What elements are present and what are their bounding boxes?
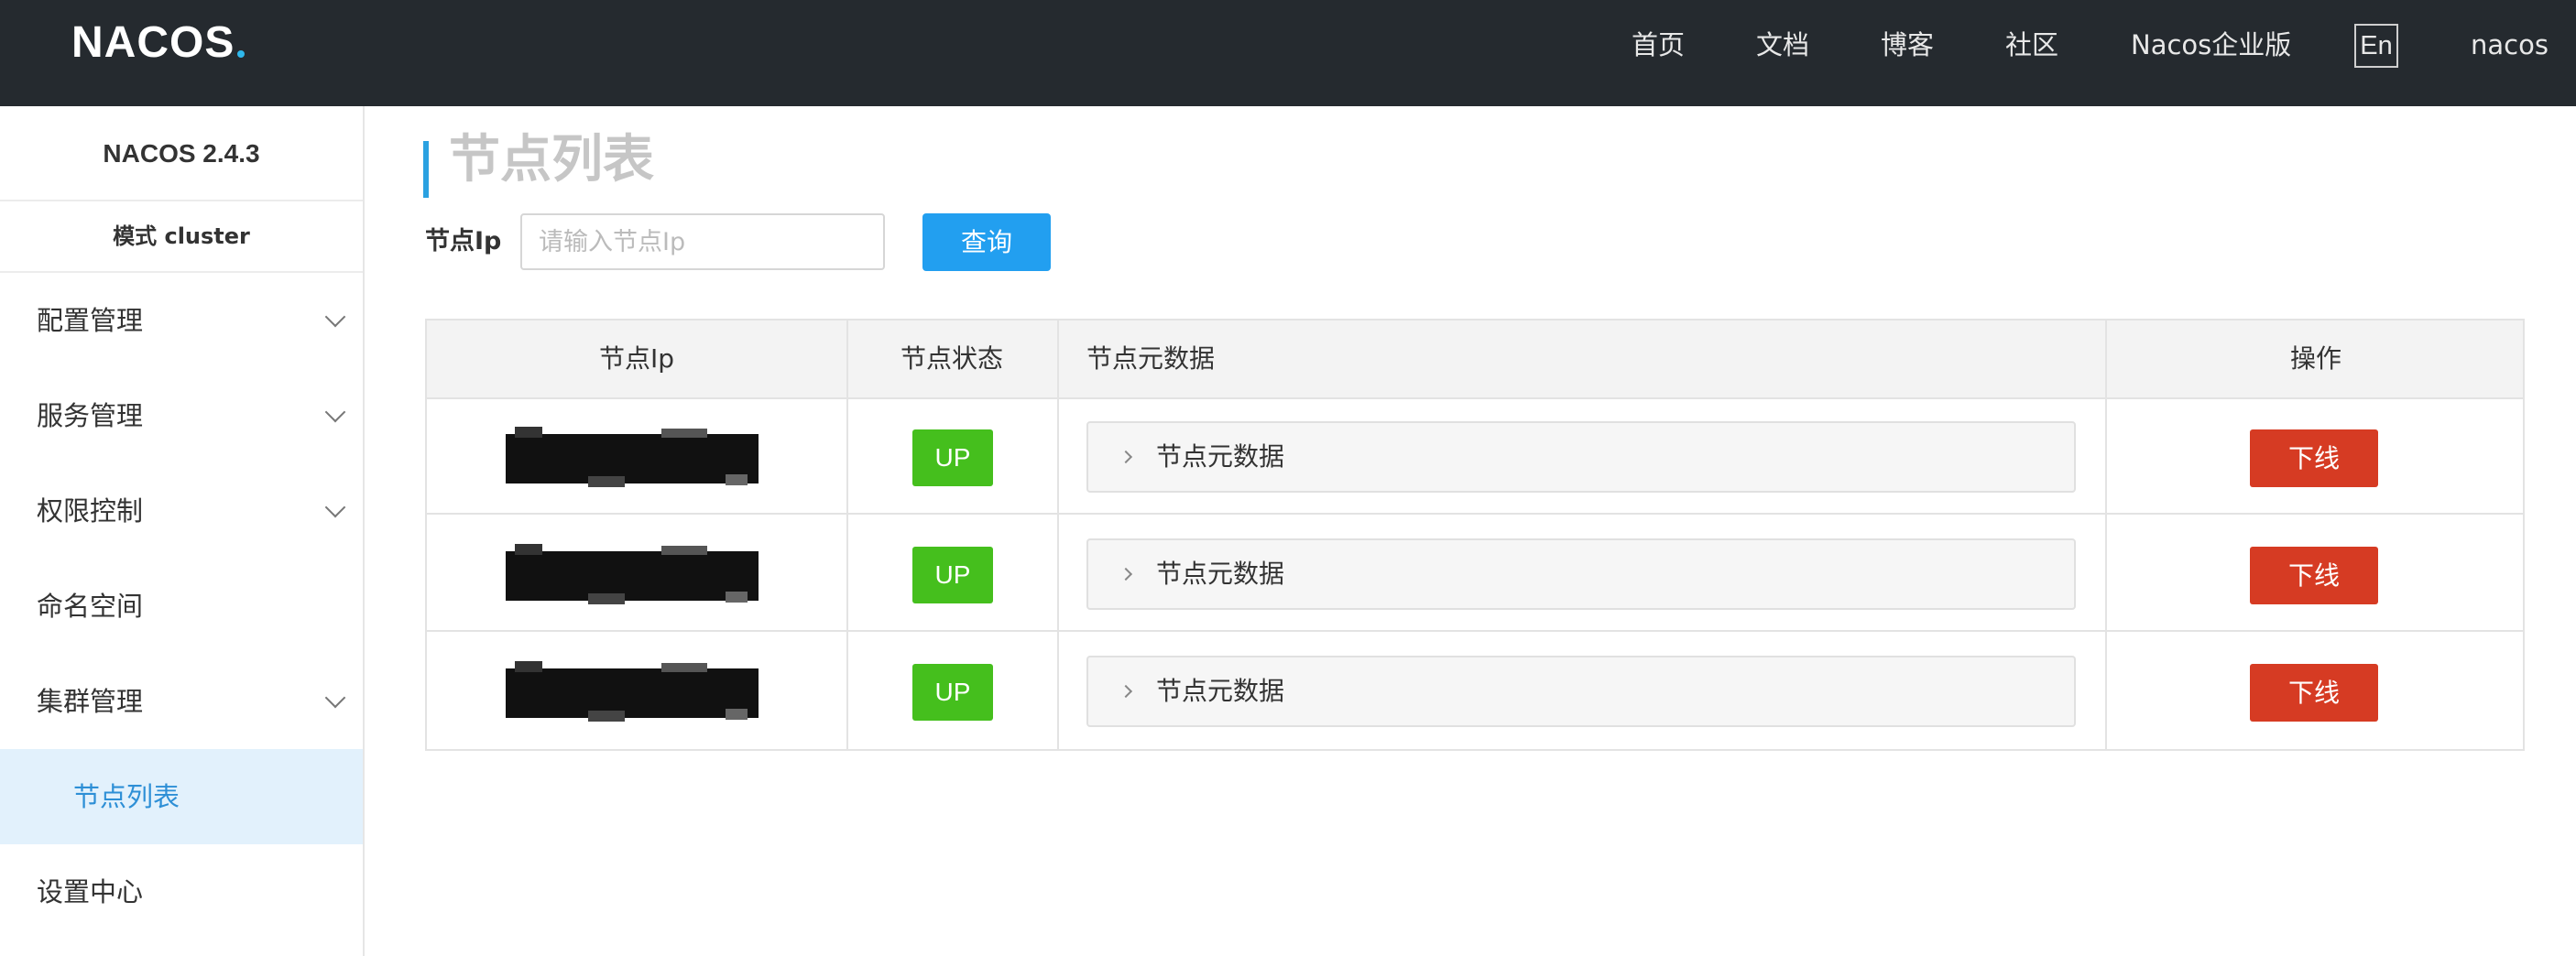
table-row: UP 节点元数据 下线: [427, 634, 2523, 749]
metadata-label: 节点元数据: [1156, 441, 1285, 472]
redacted-ip: [506, 427, 759, 487]
sidebar-item-config-management[interactable]: 配置管理: [0, 273, 363, 368]
top-header: NACOS 首页 文档 博客 社区 Nacos企业版 En nacos: [0, 0, 2576, 106]
metadata-collapse[interactable]: 节点元数据: [1086, 421, 2076, 493]
column-header-node-status: 节点状态: [900, 343, 1003, 374]
chevron-right-icon: [1119, 684, 1133, 699]
mode-label: 模式 cluster: [0, 201, 363, 273]
nav-enterprise[interactable]: Nacos企业版: [2131, 0, 2291, 90]
column-header-node-ip: 节点Ip: [598, 343, 675, 374]
chevron-down-icon: [324, 687, 346, 709]
sidebar-item-label: 命名空间: [37, 591, 144, 622]
sidebar-item-node-list[interactable]: 节点列表: [0, 749, 363, 844]
sidebar-item-label: 集群管理: [37, 686, 144, 717]
chevron-right-icon: [1119, 567, 1133, 581]
sidebar-item-label: 配置管理: [37, 305, 144, 336]
table-row: UP 节点元数据 下线: [427, 516, 2523, 632]
logo-dot-icon: [237, 50, 246, 58]
user-name[interactable]: nacos: [2471, 0, 2549, 90]
sidebar-item-settings-center[interactable]: 设置中心: [0, 844, 363, 940]
page-title: 节点列表: [449, 130, 654, 190]
metadata-collapse[interactable]: 节点元数据: [1086, 538, 2076, 610]
sidebar: NACOS 2.4.3 模式 cluster 配置管理 服务管理 权限控制 命名…: [0, 106, 365, 956]
nacos-logo[interactable]: NACOS: [71, 16, 246, 68]
sidebar-item-label: 节点列表: [73, 781, 180, 812]
table-row: UP 节点元数据 下线: [427, 399, 2523, 515]
status-badge: UP: [912, 547, 993, 603]
chevron-down-icon: [324, 496, 346, 518]
redacted-ip: [506, 544, 759, 604]
sidebar-item-label: 设置中心: [37, 876, 144, 907]
title-accent-bar: [423, 141, 429, 198]
metadata-label: 节点元数据: [1156, 676, 1285, 706]
nav-blog[interactable]: 博客: [1881, 0, 1934, 90]
status-badge: UP: [912, 664, 993, 721]
sidebar-item-label: 权限控制: [37, 495, 144, 527]
table-header: 节点Ip 节点状态 节点元数据 操作: [427, 320, 2523, 399]
version-label: NACOS 2.4.3: [0, 106, 363, 201]
offline-button[interactable]: 下线: [2250, 429, 2378, 487]
metadata-label: 节点元数据: [1156, 559, 1285, 589]
sidebar-item-namespace[interactable]: 命名空间: [0, 559, 363, 654]
query-button[interactable]: 查询: [922, 213, 1051, 271]
nav-community[interactable]: 社区: [2005, 0, 2058, 90]
language-toggle-button[interactable]: En: [2354, 24, 2398, 68]
sidebar-item-service-management[interactable]: 服务管理: [0, 368, 363, 463]
chevron-right-icon: [1119, 450, 1133, 464]
redacted-ip: [506, 661, 759, 722]
nav-home[interactable]: 首页: [1632, 0, 1685, 90]
metadata-collapse[interactable]: 节点元数据: [1086, 656, 2076, 727]
offline-button[interactable]: 下线: [2250, 547, 2378, 604]
column-header-node-metadata: 节点元数据: [1086, 343, 1216, 374]
logo-text: NACOS: [71, 17, 235, 67]
column-header-actions: 操作: [2289, 343, 2341, 374]
offline-button[interactable]: 下线: [2250, 664, 2378, 722]
sidebar-item-cluster-management[interactable]: 集群管理: [0, 654, 363, 749]
node-ip-filter-label: 节点Ip: [425, 227, 502, 255]
sidebar-item-label: 服务管理: [37, 400, 144, 431]
nav-docs[interactable]: 文档: [1756, 0, 1809, 90]
sidebar-item-access-control[interactable]: 权限控制: [0, 463, 363, 559]
node-ip-search-input[interactable]: [520, 213, 885, 270]
node-table: 节点Ip 节点状态 节点元数据 操作 UP 节点元数据 下线 UP 节点元数据 …: [425, 319, 2525, 751]
status-badge: UP: [912, 429, 993, 486]
chevron-down-icon: [324, 306, 346, 328]
chevron-down-icon: [324, 401, 346, 423]
